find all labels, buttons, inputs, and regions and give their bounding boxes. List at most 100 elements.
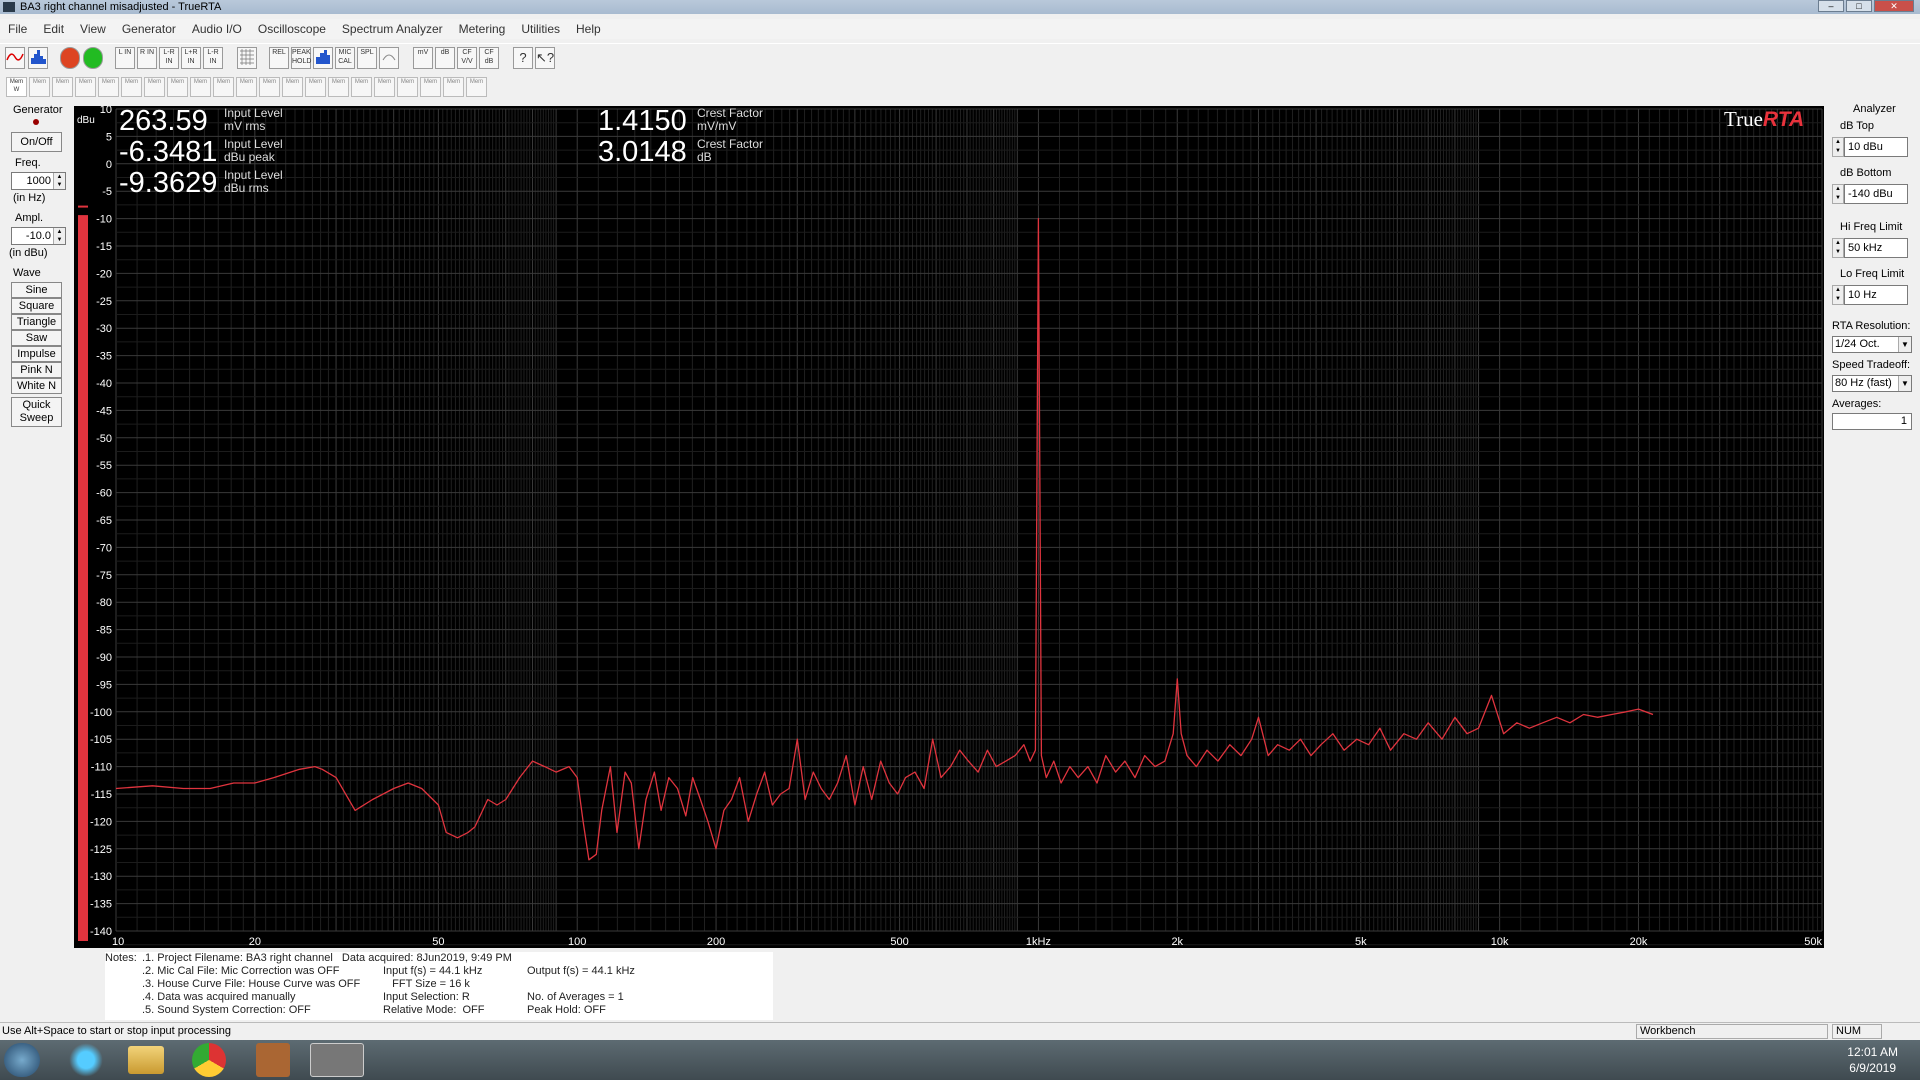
truerta-taskbar-icon[interactable] — [310, 1043, 364, 1077]
grid-icon[interactable] — [237, 47, 257, 69]
chevron-down-icon[interactable]: ▼ — [1898, 337, 1911, 352]
y-tick-label: -30 — [96, 323, 112, 335]
memory-slot-button[interactable]: Mem — [75, 77, 96, 97]
internet-explorer-icon[interactable] — [64, 1043, 108, 1077]
db-top-spinner[interactable]: ▲ ▼ — [1832, 137, 1844, 157]
bar-graph-icon[interactable] — [313, 47, 333, 69]
chevron-down-icon[interactable]: ▼ — [1898, 376, 1911, 391]
memory-slot-button[interactable]: Mem — [121, 77, 142, 97]
wave-saw-button[interactable]: Saw — [11, 330, 62, 346]
menu-oscilloscope[interactable]: Oscilloscope — [250, 19, 334, 39]
analyzer-title: Analyzer — [1853, 103, 1896, 115]
app-launcher-icon[interactable] — [256, 1043, 290, 1077]
averages-input[interactable]: 1 — [1832, 413, 1912, 430]
l-minus-r-in-button[interactable]: L-R IN — [159, 47, 179, 69]
memory-slot-button[interactable]: Mem — [466, 77, 487, 97]
generator-onoff-button[interactable]: On/Off — [11, 132, 62, 152]
menu-edit[interactable]: Edit — [35, 19, 72, 39]
menu-spectrum-analyzer[interactable]: Spectrum Analyzer — [334, 19, 451, 39]
freq-spinner[interactable]: ▲ ▼ — [53, 173, 65, 189]
file-explorer-icon[interactable] — [128, 1046, 164, 1074]
hi-freq-spinner[interactable]: ▲ ▼ — [1832, 238, 1844, 258]
y-tick-label: -75 — [96, 570, 112, 582]
memory-slot-button[interactable]: Mem — [305, 77, 326, 97]
memory-slot-button[interactable]: Mem — [282, 77, 303, 97]
app-icon — [3, 2, 15, 12]
y-tick-label: -50 — [96, 433, 112, 445]
stop-icon[interactable] — [60, 47, 80, 69]
wave-pink-noise-button[interactable]: Pink N — [11, 362, 62, 378]
lo-freq-input[interactable]: 10 Hz — [1844, 285, 1908, 305]
crest-factor-db-button[interactable]: CF dB — [479, 47, 499, 69]
menu-help[interactable]: Help — [568, 19, 609, 39]
menu-file[interactable]: File — [0, 19, 35, 39]
l-plus-r-in-button[interactable]: L+R IN — [181, 47, 201, 69]
db-bottom-input[interactable]: -140 dBu — [1844, 184, 1908, 204]
memory-slot-button[interactable]: Mem — [29, 77, 50, 97]
wave-white-noise-button[interactable]: White N — [11, 378, 62, 394]
memory-slot-button[interactable]: Mem — [144, 77, 165, 97]
wave-impulse-button[interactable]: Impulse — [11, 346, 62, 362]
memory-slot-button[interactable]: Mem — [98, 77, 119, 97]
context-help-icon[interactable]: ↖? — [535, 47, 555, 69]
right-in-button[interactable]: R IN — [137, 47, 157, 69]
logo-rta: RTA — [1762, 108, 1805, 131]
close-button[interactable]: ✕ — [1874, 0, 1914, 12]
relative-button[interactable]: REL — [269, 47, 289, 69]
memory-slot-button[interactable]: Mem — [397, 77, 418, 97]
ampl-input[interactable]: -10.0 ▲ ▼ — [11, 227, 66, 245]
spectrum-mode-icon[interactable] — [28, 47, 48, 69]
memory-slot-button[interactable]: Mem — [259, 77, 280, 97]
memory-slot-button[interactable]: Mem — [167, 77, 188, 97]
hi-freq-input[interactable]: 50 kHz — [1844, 238, 1908, 258]
mv-button[interactable]: mV — [413, 47, 433, 69]
memory-slot-button[interactable]: Mem — [374, 77, 395, 97]
y-tick-label: -120 — [90, 816, 112, 828]
left-in-button[interactable]: L IN — [115, 47, 135, 69]
wave-triangle-button[interactable]: Triangle — [11, 314, 62, 330]
maximize-button[interactable]: □ — [1846, 0, 1872, 12]
memory-write-button[interactable]: Mem W — [6, 77, 27, 97]
wave-square-button[interactable]: Square — [11, 298, 62, 314]
menu-audio-io[interactable]: Audio I/O — [184, 19, 250, 39]
wave-sine-button[interactable]: Sine — [11, 282, 62, 298]
quick-sweep-button[interactable]: Quick Sweep — [11, 397, 62, 427]
freq-input[interactable]: 1000 ▲ ▼ — [11, 172, 66, 190]
start-button[interactable] — [4, 1043, 40, 1077]
memory-slot-button[interactable]: Mem — [236, 77, 257, 97]
memory-slot-button[interactable]: Mem — [190, 77, 211, 97]
spl-button[interactable]: SPL — [357, 47, 377, 69]
meter-icon[interactable] — [379, 47, 399, 69]
menu-view[interactable]: View — [72, 19, 114, 39]
crest-db-value: 3.0148 — [598, 136, 687, 168]
help-icon[interactable]: ? — [513, 47, 533, 69]
input-peak-unit: dBu peak — [224, 150, 275, 164]
lo-freq-spinner[interactable]: ▲ ▼ — [1832, 285, 1844, 305]
l-minus-r-in-button-2[interactable]: L-R IN — [203, 47, 223, 69]
db-bottom-spinner[interactable]: ▲ ▼ — [1832, 184, 1844, 204]
memory-slot-button[interactable]: Mem — [351, 77, 372, 97]
ampl-spinner[interactable]: ▲ ▼ — [53, 228, 65, 244]
db-button[interactable]: dB — [435, 47, 455, 69]
oscilloscope-mode-icon[interactable] — [5, 47, 25, 69]
menu-utilities[interactable]: Utilities — [513, 19, 568, 39]
crest-factor-vv-button[interactable]: CF V/V — [457, 47, 477, 69]
go-icon[interactable] — [83, 47, 103, 69]
y-tick-label: -125 — [90, 844, 112, 856]
memory-slot-button[interactable]: Mem — [420, 77, 441, 97]
db-top-input[interactable]: 10 dBu — [1844, 137, 1908, 157]
chrome-icon[interactable] — [192, 1043, 226, 1077]
speed-tradeoff-select[interactable]: 80 Hz (fast) ▼ — [1832, 375, 1912, 392]
memory-slot-button[interactable]: Mem — [443, 77, 464, 97]
memory-slot-button[interactable]: Mem — [213, 77, 234, 97]
mic-cal-button[interactable]: MIC CAL — [335, 47, 355, 69]
peak-hold-button[interactable]: PEAK HOLD — [291, 47, 311, 69]
memory-slot-button[interactable]: Mem — [52, 77, 73, 97]
system-clock[interactable]: 12:01 AM 6/9/2019 — [1847, 1044, 1898, 1076]
menu-metering[interactable]: Metering — [451, 19, 514, 39]
y-tick-label: -55 — [96, 460, 112, 472]
memory-slot-button[interactable]: Mem — [328, 77, 349, 97]
menu-generator[interactable]: Generator — [114, 19, 184, 39]
minimize-button[interactable]: – — [1818, 0, 1844, 12]
rta-resolution-select[interactable]: 1/24 Oct. ▼ — [1832, 336, 1912, 353]
